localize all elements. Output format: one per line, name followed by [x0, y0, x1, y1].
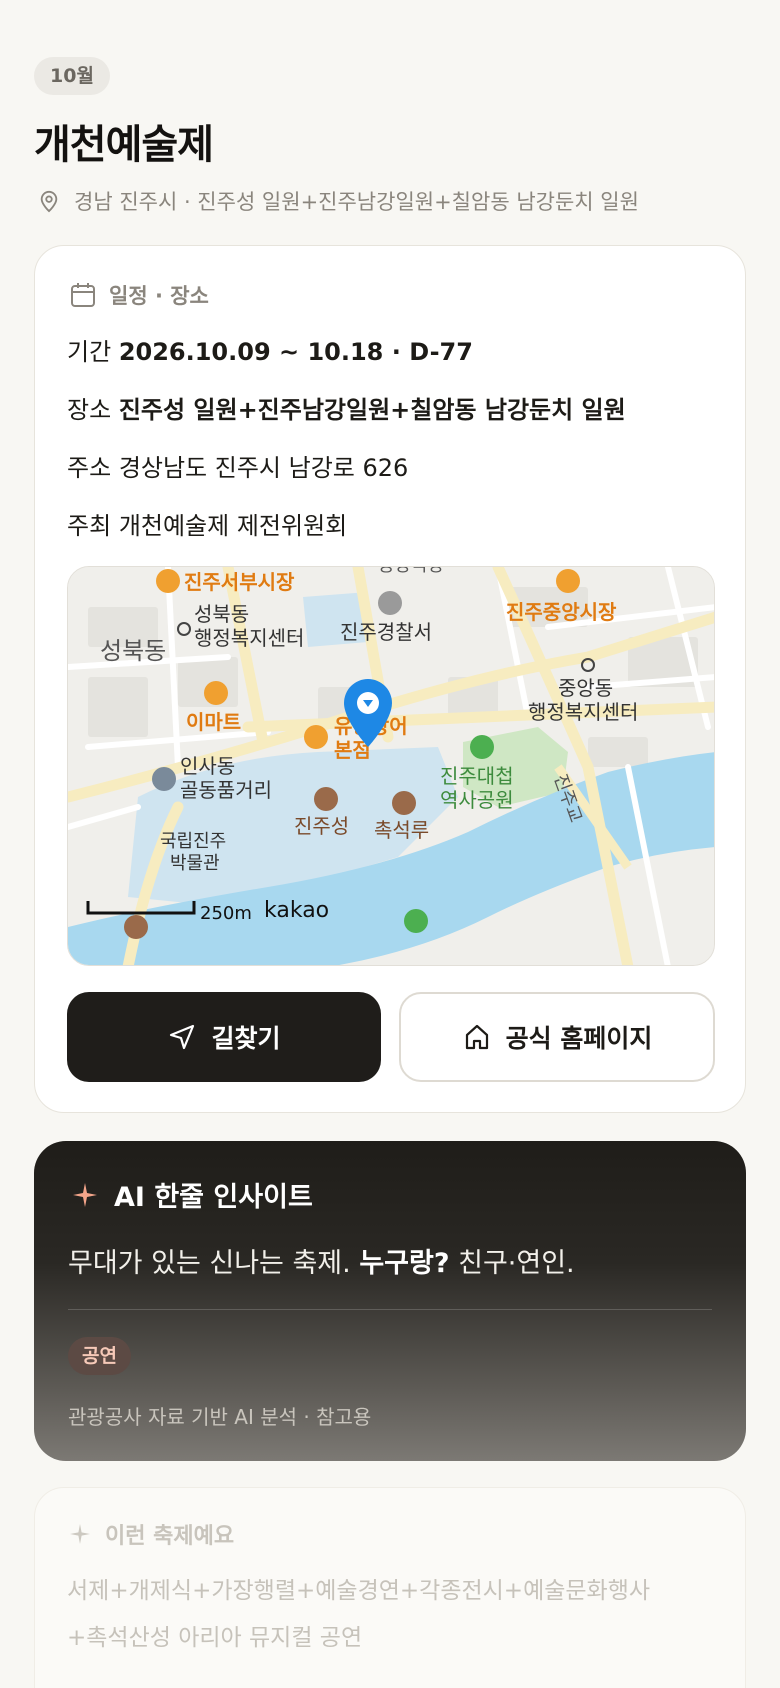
calendar-icon — [71, 283, 95, 307]
location-summary: 경남 진주시 · 진주성 일원+진주남강일원+칠암동 남강둔치 일원 — [38, 186, 639, 216]
police-icon — [378, 591, 402, 615]
host-row: 주최 개천예술제 제전위원회 — [67, 506, 347, 541]
map-label-museum-1: 국립진주 — [160, 831, 226, 852]
homepage-button-label: 공식 홈페이지 — [505, 1024, 653, 1053]
host-label: 주최 — [67, 512, 112, 540]
poi-bottom-landmark[interactable] — [124, 915, 148, 939]
location-pin-icon — [40, 190, 58, 213]
period-value: 2026.10.09 ~ 10.18 · D-77 — [118, 338, 473, 366]
description-heading: 이런 축제예요 — [69, 1518, 234, 1550]
ai-insight-heading-text: AI 한줄 인사이트 — [114, 1182, 313, 1213]
map-label-jungang-1: 중앙동 — [558, 676, 613, 700]
landmark-icon — [124, 915, 148, 939]
restaurant-icon — [304, 725, 328, 749]
ai-insight-card: AI 한줄 인사이트 무대가 있는 신나는 축제. 누구랑? 친구·연인. 공연… — [34, 1141, 746, 1461]
period-row: 기간 2026.10.09 ~ 10.18 · D-77 — [67, 332, 473, 367]
map-label-insadong-1: 인사동 — [180, 754, 235, 778]
directions-button-label: 길찾기 — [211, 1024, 281, 1053]
map-label-seongbuk-2: 행정복지센터 — [194, 626, 304, 650]
address-value: 경상남도 진주시 남강로 626 — [118, 454, 409, 482]
map-label-jungang-market: 진주중앙시장 — [506, 600, 617, 624]
page-title: 개천예술제 — [34, 122, 214, 168]
category-tag: 공연 — [68, 1337, 131, 1375]
landmark-icon — [392, 791, 416, 815]
map-label-seobu: 진주서부시장 — [184, 570, 295, 594]
map-label-police: 진주경찰서 — [340, 620, 432, 644]
sparkle-icon — [73, 1182, 97, 1207]
ai-insight-main: 무대가 있는 신나는 축제. — [68, 1248, 351, 1279]
map-label-chokseoknu: 촉석루 — [374, 818, 429, 842]
venue-label: 장소 — [67, 396, 112, 424]
landmark-icon — [314, 787, 338, 811]
shopping-cart-icon — [204, 681, 228, 705]
home-icon — [465, 1024, 488, 1050]
location-map[interactable]: 중앙극장 진주서부시장 성북동 행정복지센터 성북동 진주경찰서 — [67, 566, 715, 966]
period-label: 기간 — [67, 338, 112, 366]
map-label-museum-2: 박물관 — [170, 853, 220, 874]
schedule-heading: 일정 · 장소 — [69, 280, 209, 310]
map-label-jungang-2: 행정복지센터 — [528, 700, 638, 724]
map-label-daecheop-1: 진주대첩 — [440, 764, 514, 788]
ai-insight-divider — [68, 1309, 712, 1310]
address-label: 주소 — [67, 454, 112, 482]
shopping-bag-icon — [556, 569, 580, 593]
homepage-button[interactable]: 공식 홈페이지 — [399, 992, 715, 1082]
map-label-daecheop-2: 역사공원 — [440, 788, 514, 812]
map-canvas[interactable]: 중앙극장 진주서부시장 성북동 행정복지센터 성북동 진주경찰서 — [68, 567, 715, 966]
month-badge: 10월 — [34, 57, 110, 95]
description-line-2: +촉석산성 아리아 뮤지컬 공연 — [67, 1625, 363, 1651]
map-label-seongbuk-dong: 성북동 — [100, 637, 166, 665]
map-brand-logo: kakao — [264, 898, 329, 923]
description-card: 이런 축제예요 서제+개제식+가장행렬+예술경연+각종전시+예술문화행사 +촉석… — [34, 1487, 746, 1688]
poi-bottom-park[interactable] — [404, 909, 428, 933]
shopping-bag-icon — [156, 569, 180, 593]
location-text: 경남 진주시 · 진주성 일원+진주남강일원+칠암동 남강둔치 일원 — [74, 190, 639, 214]
venue-value: 진주성 일원+진주남강일원+칠암동 남강둔치 일원 — [118, 396, 626, 424]
schedule-heading-text: 일정 · 장소 — [109, 284, 209, 308]
map-label-seongbuk-1: 성북동 — [194, 602, 249, 626]
navigation-arrow-icon — [170, 1024, 195, 1050]
sparkle-icon — [70, 1524, 90, 1544]
poi-museum: 국립진주 박물관 — [160, 831, 226, 874]
ai-insight-question: 누구랑? — [359, 1248, 450, 1279]
schedule-card: 일정 · 장소 기간 2026.10.09 ~ 10.18 · D-77 장소 … — [34, 245, 746, 1113]
map-label-emart: 이마트 — [186, 710, 241, 734]
tree-icon — [470, 735, 494, 759]
description-text: 서제+개제식+가장행렬+예술경연+각종전시+예술문화행사 +촉석산성 아리아 뮤… — [67, 1568, 727, 1662]
venue-row: 장소 진주성 일원+진주남강일원+칠암동 남강둔치 일원 — [67, 390, 626, 425]
description-heading-text: 이런 축제예요 — [105, 1524, 235, 1549]
address-row: 주소 경상남도 진주시 남강로 626 — [67, 448, 408, 483]
ai-insight-answer: 친구·연인. — [458, 1248, 575, 1279]
description-line-1: 서제+개제식+가장행렬+예술경연+각종전시+예술문화행사 — [67, 1578, 651, 1604]
map-label-insadong-2: 골동품거리 — [180, 778, 272, 802]
flag-icon — [152, 767, 176, 791]
host-value: 개천예술제 제전위원회 — [118, 512, 348, 540]
ai-insight-text: 무대가 있는 신나는 축제. 누구랑? 친구·연인. — [68, 1241, 575, 1280]
ai-insight-heading: AI 한줄 인사이트 — [72, 1175, 313, 1214]
tree-icon — [404, 909, 428, 933]
festival-detail-page: 10월 개천예술제 경남 진주시 · 진주성 일원+진주남강일원+칠암동 남강둔… — [0, 0, 780, 1688]
ai-insight-note: 관광공사 자료 기반 AI 분석 · 참고용 — [68, 1405, 372, 1429]
map-scale-label: 250m — [200, 903, 252, 924]
map-label-jinjuseong: 진주성 — [294, 814, 349, 838]
directions-button[interactable]: 길찾기 — [67, 992, 381, 1082]
map-label-top-cut: 중앙극장 — [378, 567, 444, 576]
